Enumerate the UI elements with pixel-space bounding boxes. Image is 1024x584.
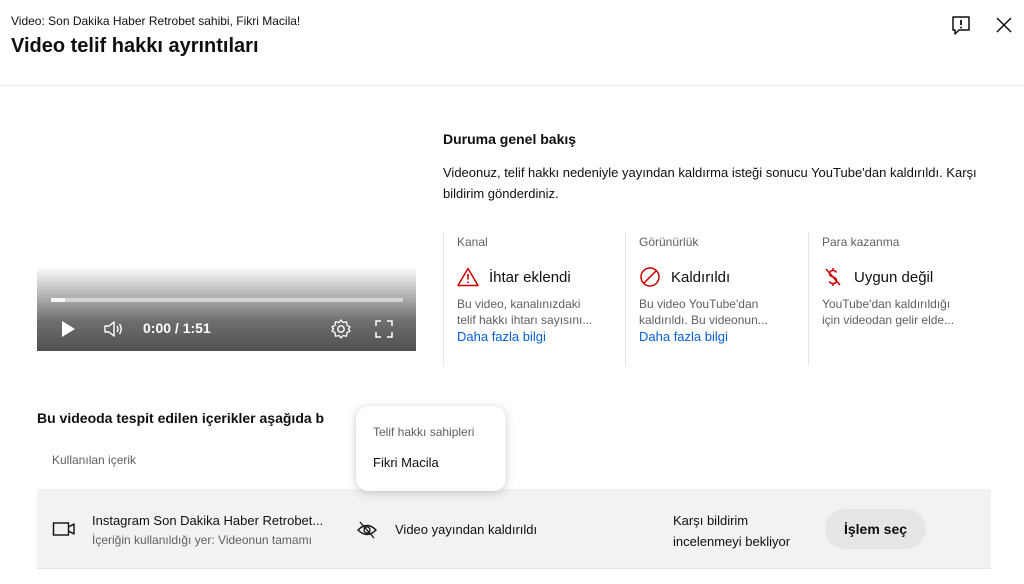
feedback-icon[interactable]	[949, 13, 973, 37]
play-icon[interactable]	[57, 318, 79, 340]
status-column-monetization: Para kazanma Uygun değil YouTube'dan kal…	[808, 232, 1008, 366]
column-label: Para kazanma	[822, 235, 900, 249]
status-text: Uygun değil	[854, 268, 934, 286]
dialog-header: Video: Son Dakika Haber Retrobet sahibi,…	[0, 0, 1024, 86]
column-label: Görünürlük	[639, 235, 699, 249]
video-player[interactable]: 0:00 / 1:51	[37, 266, 416, 351]
status-text: Kaldırıldı	[671, 268, 731, 286]
content-title: Instagram Son Dakika Haber Retrobet...	[92, 513, 324, 528]
overview-description: Videonuz, telif hakkı nedeniyle yayından…	[443, 165, 977, 201]
status-column-visibility: Görünürlük Kaldırıldı Bu video YouTube'd…	[625, 232, 807, 366]
table-row[interactable]: Instagram Son Dakika Haber Retrobet... İ…	[37, 489, 991, 569]
learn-more-link[interactable]: Daha fazla bilgi	[457, 329, 625, 344]
claim-status: Karşı bildirim incelenmeyi bekliyor	[673, 513, 791, 549]
blocked-icon	[639, 266, 661, 288]
page-title: Video telif hakkı ayrıntıları	[11, 35, 259, 57]
close-icon[interactable]	[992, 13, 1016, 37]
warning-icon	[457, 266, 479, 288]
content-usage: İçeriğin kullanıldığı yer: Videonun tama…	[92, 533, 312, 547]
detected-content-title: Bu videoda tespit edilen içerikler aşağı…	[37, 410, 325, 426]
progress-buffer	[51, 298, 66, 302]
learn-more-link[interactable]: Daha fazla bilgi	[639, 329, 807, 344]
status-description: Bu video, kanalınızdaki telif hakkı ihta…	[457, 297, 593, 327]
progress-bar[interactable]	[51, 298, 403, 302]
column-label: Kanal	[457, 235, 488, 249]
status-text: İhtar eklendi	[489, 268, 571, 286]
visibility-status: Video yayından kaldırıldı	[395, 522, 538, 537]
status-column-channel: Kanal İhtar eklendi Bu video, kanalınızd…	[443, 232, 625, 366]
no-money-icon	[822, 266, 844, 288]
time-display: 0:00 / 1:51	[143, 320, 211, 336]
volume-icon[interactable]	[102, 318, 124, 340]
copyright-owner-tooltip: Telif hakkı sahipleri Fikri Macila	[356, 406, 506, 491]
fullscreen-icon[interactable]	[373, 318, 395, 340]
video-subtitle: Video: Son Dakika Haber Retrobet sahibi,…	[11, 14, 301, 28]
column-header-content: Kullanılan içerik	[52, 453, 137, 467]
settings-icon[interactable]	[330, 318, 352, 340]
select-action-button[interactable]: İşlem seç	[825, 509, 926, 549]
tooltip-value: Fikri Macila	[373, 455, 439, 470]
overview-title: Duruma genel bakış	[443, 131, 577, 147]
status-description: YouTube'dan kaldırıldığı için videodan g…	[822, 297, 955, 327]
video-icon	[52, 519, 76, 539]
tooltip-label: Telif hakkı sahipleri	[373, 425, 475, 439]
status-description: Bu video YouTube'dan kaldırıldı. Bu vide…	[639, 297, 768, 327]
hidden-eye-icon	[356, 519, 378, 541]
